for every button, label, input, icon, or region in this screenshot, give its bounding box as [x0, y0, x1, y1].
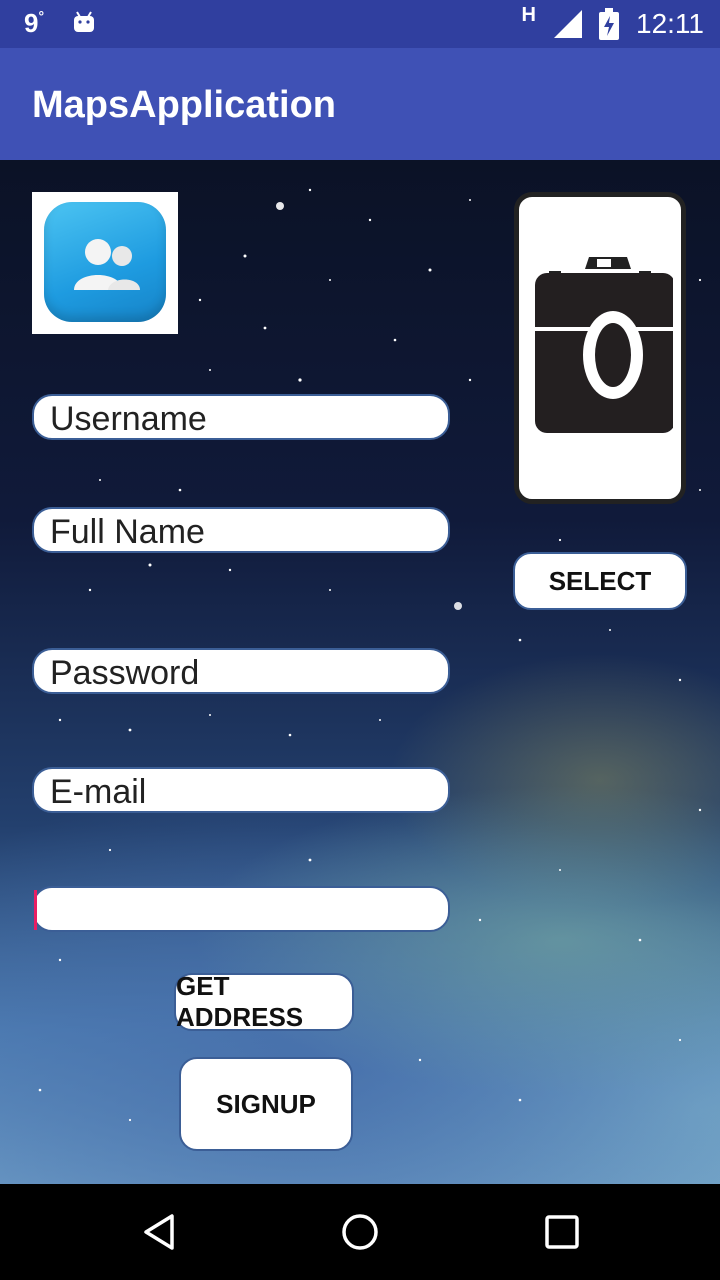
email-field[interactable]: E-mail	[32, 767, 450, 813]
temperature-unit: °	[38, 8, 45, 24]
back-icon[interactable]	[140, 1212, 180, 1252]
address-field[interactable]	[32, 886, 450, 932]
home-icon[interactable]	[340, 1212, 380, 1252]
network-type: H	[521, 4, 536, 26]
username-placeholder: Username	[50, 400, 207, 438]
contacts-icon	[74, 239, 140, 290]
battery-charging-icon	[599, 8, 619, 40]
username-field[interactable]: Username	[32, 394, 450, 440]
get-address-button[interactable]: GET ADDRESS	[174, 971, 354, 1032]
navigation-bar	[0, 1184, 720, 1280]
camera-icon	[535, 257, 673, 433]
select-photo-button[interactable]: SELECT	[513, 552, 687, 610]
recents-icon[interactable]	[542, 1212, 582, 1252]
clock: 12:11	[636, 8, 704, 39]
avatar-tile	[44, 202, 166, 322]
temperature-indicator: 9°	[24, 8, 44, 39]
temperature-value: 9	[24, 8, 39, 38]
signup-form: Username Full Name Password E-mail SELEC…	[0, 160, 720, 1184]
app-title: MapsApplication	[32, 84, 337, 126]
full-name-field[interactable]: Full Name	[32, 507, 450, 553]
password-placeholder: Password	[50, 654, 200, 692]
android-notification-icon	[74, 11, 94, 32]
password-field[interactable]: Password	[32, 648, 450, 694]
signal-icon	[554, 10, 582, 38]
signup-button[interactable]: SIGNUP	[179, 1057, 353, 1151]
email-placeholder: E-mail	[50, 773, 147, 811]
select-button-label: SELECT	[548, 565, 652, 596]
signup-button-label: SIGNUP	[216, 1088, 316, 1119]
app-bar: MapsApplication	[0, 48, 720, 160]
text-cursor	[34, 890, 37, 930]
status-bar: 9° H 12:11	[0, 0, 720, 48]
full-name-placeholder: Full Name	[50, 513, 205, 551]
profile-avatar[interactable]	[32, 192, 178, 334]
get-address-button-label: GET ADDRESS	[176, 971, 304, 1032]
photo-preview[interactable]	[514, 192, 686, 504]
